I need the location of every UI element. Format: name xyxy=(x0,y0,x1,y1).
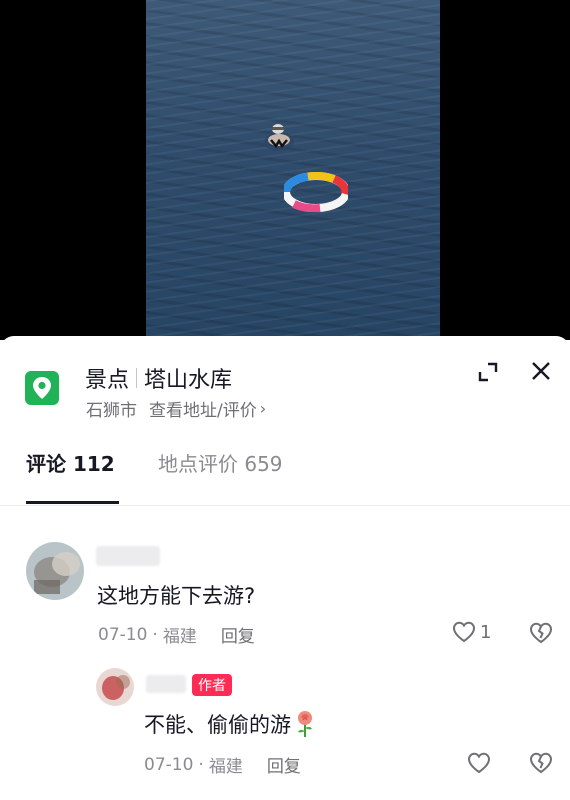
chevron-right-icon: › xyxy=(259,399,267,418)
meta-separator: · xyxy=(198,754,204,775)
swim-buoy xyxy=(284,172,348,212)
active-tab-indicator xyxy=(26,501,119,504)
reply-button[interactable]: 回复 xyxy=(267,752,301,777)
heart-icon xyxy=(452,621,476,643)
author-avatar[interactable] xyxy=(96,668,134,706)
tab-comments[interactable]: 评论 112 xyxy=(26,448,115,477)
poi-title[interactable]: 景点 塔山水库 xyxy=(85,362,232,394)
comment-date: 07-10 xyxy=(98,624,148,645)
comment-text: 这地方能下去游? xyxy=(97,584,256,608)
like-count: 1 xyxy=(480,621,492,643)
like-button[interactable]: 1 xyxy=(452,621,491,643)
reply-button[interactable]: 回复 xyxy=(221,622,255,647)
video-player[interactable] xyxy=(0,0,570,340)
poi-category: 景点 xyxy=(85,368,130,393)
reply-meta: 07-10 · 福建 回复 xyxy=(144,752,301,778)
reply-location: 福建 xyxy=(208,757,243,777)
poi-city: 石狮市 xyxy=(86,401,137,421)
broken-heart-icon[interactable] xyxy=(529,621,553,645)
location-pin-icon xyxy=(25,371,59,405)
comment-location: 福建 xyxy=(162,627,197,647)
author-badge: 作者 xyxy=(192,674,232,696)
reply-text: 不能、偷偷的游 xyxy=(144,713,291,737)
poi-subtitle[interactable]: 石狮市 查看地址/评价 › xyxy=(86,396,266,421)
comment-meta: 07-10 · 福建 回复 xyxy=(98,622,255,648)
rose-icon xyxy=(298,711,312,737)
swimmer-figure xyxy=(264,124,294,151)
blurred-username xyxy=(146,675,186,693)
tab-place-reviews[interactable]: 地点评价 659 xyxy=(158,448,283,477)
poi-name: 塔山水库 xyxy=(144,368,233,393)
broken-heart-icon[interactable] xyxy=(529,751,553,775)
blurred-username xyxy=(96,546,160,566)
divider xyxy=(0,505,570,506)
meta-separator: · xyxy=(152,624,158,645)
reply-text-row: 不能、偷偷的游 xyxy=(144,709,316,739)
expand-icon[interactable] xyxy=(474,358,502,386)
avatar[interactable] xyxy=(26,542,84,600)
poi-divider xyxy=(136,368,138,388)
poi-address-link[interactable]: 查看地址/评价 xyxy=(149,396,257,421)
lake-video-frame xyxy=(146,0,440,340)
reply-date: 07-10 xyxy=(144,754,194,775)
heart-icon[interactable] xyxy=(466,751,492,775)
close-icon[interactable] xyxy=(528,358,554,384)
